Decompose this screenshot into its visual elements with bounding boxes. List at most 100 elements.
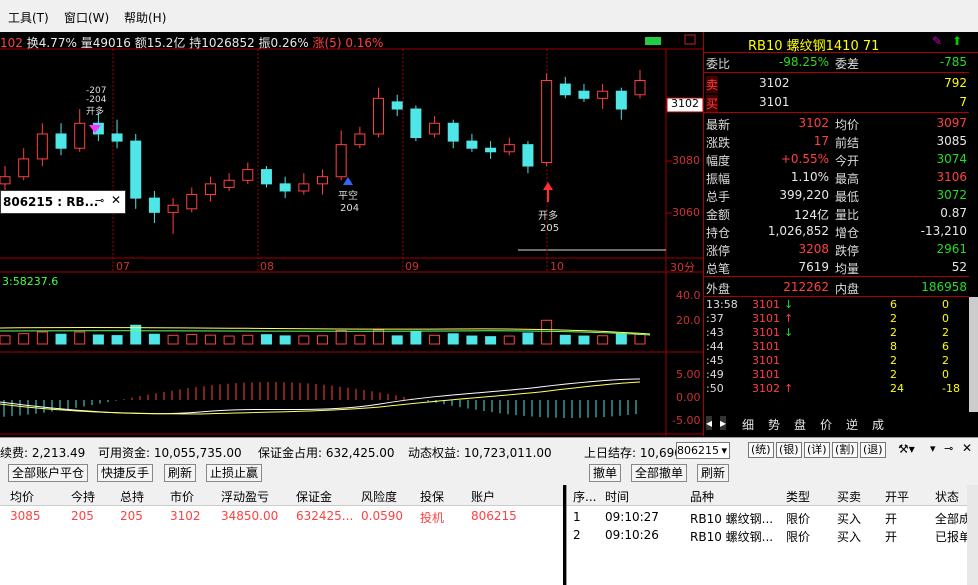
split-button[interactable]: (割): [832, 442, 858, 458]
tick-price: 3101: [752, 354, 780, 367]
close-all-accounts-button[interactable]: 全部账户平仓: [8, 464, 89, 482]
bid-volume: 7: [959, 95, 967, 109]
candle-body: [466, 140, 478, 149]
quote-title: RB10 螺纹钢1410 71: [748, 39, 880, 54]
stat-label: 增仓: [835, 226, 860, 240]
stat-label: 均量: [835, 262, 860, 276]
col-float-pnl[interactable]: 浮动盈亏: [221, 488, 269, 505]
close-icon[interactable]: ✕: [111, 193, 121, 207]
bank-button-label: 银: [783, 443, 795, 456]
stat-value: 0.87: [940, 206, 967, 220]
bank-button[interactable]: (银): [776, 442, 802, 458]
macd-dif-line: [0, 378, 641, 415]
refresh-orders-button[interactable]: 刷新: [697, 464, 730, 482]
orders-scrollbar[interactable]: [967, 485, 978, 585]
tick-row: :45 3101 2 2: [704, 354, 969, 368]
volume-bar: [485, 336, 497, 345]
macd-tick-neg5: -5.00: [672, 414, 701, 427]
tick-scrollbar[interactable]: [969, 297, 978, 412]
tab-book[interactable]: 盘: [794, 416, 806, 433]
tick-time: :37: [706, 312, 724, 325]
col-status[interactable]: 状态: [935, 488, 959, 505]
bid-row[interactable]: 买 3101 7: [704, 93, 978, 112]
col-open-close[interactable]: 开平: [885, 488, 909, 505]
macd-tick-0: 0.00: [676, 391, 701, 404]
exit-button[interactable]: (退): [860, 442, 886, 458]
price-tick-3080: 3080: [672, 154, 700, 167]
candle-body: [317, 176, 328, 185]
pin-panel-icon[interactable]: ⊸: [944, 442, 953, 455]
period-label[interactable]: 30分: [670, 259, 695, 275]
stat-value: 124亿: [794, 208, 829, 222]
order-open-close: 开: [885, 512, 898, 526]
col-symbol[interactable]: 品种: [690, 488, 714, 505]
col-market-price[interactable]: 市价: [170, 488, 194, 505]
tools-icon[interactable]: ⚒▾: [898, 442, 915, 456]
weicha-value: -785: [939, 55, 967, 69]
order-row[interactable]: 1 09:10:27 RB10 螺纹钢... 限价 买入 开 全部成: [567, 508, 971, 526]
quote-header: RB10 螺纹钢1410 71 ✎ ⬆: [704, 32, 978, 54]
volume-bar: [335, 330, 347, 345]
quote-stat-row: 总笔 7619 均量 52: [704, 258, 978, 276]
col-type[interactable]: 类型: [786, 488, 810, 505]
month-label-09: 09: [405, 260, 419, 273]
order-row[interactable]: 2 09:10:26 RB10 螺纹钢... 限价 买入 开 已报单: [567, 526, 971, 544]
tab-next-icon[interactable]: ▸: [720, 416, 727, 430]
cancel-order-button[interactable]: 撤单: [589, 464, 622, 482]
col-side[interactable]: 买卖: [837, 488, 861, 505]
inner-value: 186958: [921, 280, 967, 294]
col-avg-price[interactable]: 均价: [10, 488, 34, 505]
position-row[interactable]: 3085 205 205 3102 34850.00 632425... 0.0…: [0, 506, 563, 526]
tab-trades[interactable]: 成: [872, 416, 884, 433]
tab-reverse[interactable]: 逆: [846, 416, 858, 433]
menu-help[interactable]: 帮助(H): [124, 9, 166, 26]
stat-value: 399,220: [779, 188, 829, 202]
account-select[interactable]: 806215 ▾: [676, 442, 730, 459]
ask-row[interactable]: 卖 3102 792: [704, 74, 978, 93]
stop-loss-profit-button[interactable]: 止损止赢: [206, 464, 263, 482]
quick-reverse-button[interactable]: 快捷反手: [97, 464, 154, 482]
volume-bar: [55, 333, 67, 345]
stats-button[interactable]: (统): [748, 442, 774, 458]
tick-row: :50 3102 ↑ 24 -18: [704, 382, 969, 396]
menu-window[interactable]: 窗口(W): [64, 9, 109, 26]
stat-label: 幅度: [706, 154, 731, 168]
col-total-hold[interactable]: 总持: [120, 488, 144, 505]
position-popup[interactable]: 806215 : RB... ⊸ ✕: [0, 190, 126, 214]
tab-trend[interactable]: 势: [768, 416, 780, 433]
tab-prev-icon[interactable]: ◂: [706, 416, 713, 430]
tick-arrow-icon: ↑: [784, 312, 794, 325]
pin-icon[interactable]: ⊸: [95, 194, 104, 207]
col-margin[interactable]: 保证金: [296, 488, 332, 505]
col-today-hold[interactable]: 今持: [71, 488, 95, 505]
col-risk[interactable]: 风险度: [361, 488, 397, 505]
col-time[interactable]: 时间: [605, 488, 629, 505]
kline-chart-panel[interactable]: 102 换4.77% 量49016 额15.2亿 持1026852 振0.26%…: [0, 32, 703, 436]
candle-body: [0, 176, 11, 185]
positions-table: 均价 今持 总持 市价 浮动盈亏 保证金 风险度 投保 账户 3085 205 …: [0, 485, 563, 585]
tick-price: 3101: [752, 298, 780, 311]
macd-bars: [3, 382, 637, 418]
tick-price: 3101: [752, 340, 780, 353]
tab-price[interactable]: 价: [820, 416, 832, 433]
col-seq[interactable]: 序...: [573, 488, 596, 505]
col-account[interactable]: 账户: [471, 488, 495, 505]
left-marker-bot: 开多: [86, 107, 105, 117]
volume-bar: [391, 335, 403, 345]
dropdown-icon[interactable]: ▾: [930, 442, 936, 455]
refresh-positions-button[interactable]: 刷新: [164, 464, 197, 482]
quote-tabs: ◂ ▸ 细 势 盘 价 逆 成: [704, 414, 978, 434]
volume-bar: [242, 334, 254, 345]
col-spec-hedge[interactable]: 投保: [420, 488, 444, 505]
detail-button[interactable]: (详): [804, 442, 830, 458]
expand-icon[interactable]: ⬆: [952, 34, 962, 48]
available-funds-text: 可用资金: 10,055,735.00: [98, 446, 242, 460]
menu-tools[interactable]: 工具(T): [8, 9, 49, 26]
tab-detail[interactable]: 细: [742, 416, 754, 433]
window-toggle-icon[interactable]: [684, 34, 696, 45]
cancel-all-orders-button[interactable]: 全部撤单: [631, 464, 688, 482]
tick-volume: 8: [890, 340, 897, 353]
close-panel-icon[interactable]: ✕: [962, 441, 972, 455]
volume-bar: [503, 335, 515, 345]
alert-icon[interactable]: ✎: [932, 34, 942, 48]
